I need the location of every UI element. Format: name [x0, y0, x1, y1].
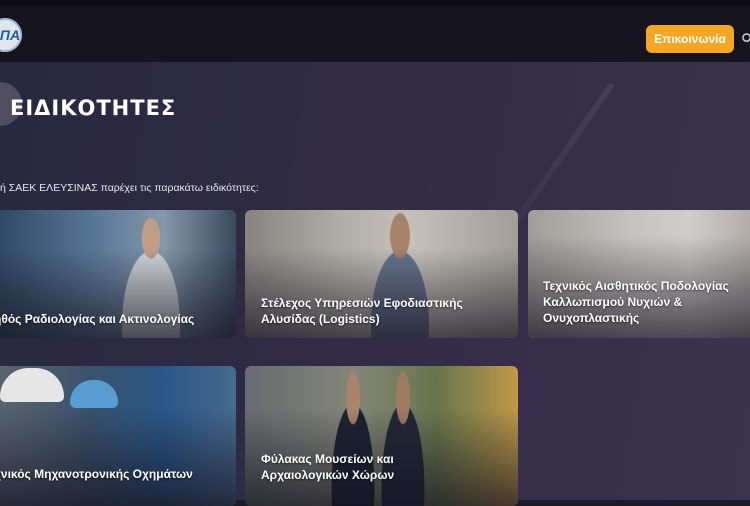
- logo[interactable]: ΠΑ: [0, 18, 22, 52]
- specialty-card-label: Φύλακας Μουσείων και Αρχαιολογικών Χώρων: [261, 452, 395, 482]
- specialty-card-radiology[interactable]: ηθός Ραδιολογίας και Ακτινολογίας: [0, 210, 236, 338]
- specialty-card-label: Στέλεχος Υπηρεσιών Εφοδιαστικής Αλυσίδας…: [261, 296, 463, 326]
- specialty-card-label: ηθός Ραδιολογίας και Ακτινολογίας: [0, 312, 195, 326]
- specialty-card-mechatronics[interactable]: χνικός Μηχανοτρονικής Οχημάτων: [0, 366, 236, 506]
- specialty-card-aesthetics[interactable]: Τεχνικός Αισθητικός Ποδολογίας Καλλωπισμ…: [528, 210, 750, 338]
- top-navbar: ΠΑ Επικοινωνία: [0, 0, 750, 62]
- contact-button[interactable]: Επικοινωνία: [646, 25, 734, 53]
- logo-text: ΠΑ: [0, 27, 21, 43]
- specialty-card-label: Τεχνικός Αισθητικός Ποδολογίας Καλλωπισμ…: [543, 279, 729, 325]
- search-icon[interactable]: [742, 33, 750, 44]
- page-title: ΕΙΔΙΚΟΤΗΤΕΣ: [10, 96, 177, 120]
- specialty-card-logistics[interactable]: Στέλεχος Υπηρεσιών Εφοδιαστικής Αλυσίδας…: [245, 210, 518, 338]
- intro-text: ή ΣΑΕΚ ΕΛΕΥΣΙΝΑΣ παρέχει τις παρακάτω ει…: [0, 182, 259, 194]
- specialty-card-museum-guard[interactable]: Φύλακας Μουσείων και Αρχαιολογικών Χώρων: [245, 366, 518, 506]
- specialty-card-label: χνικός Μηχανοτρονικής Οχημάτων: [0, 467, 193, 481]
